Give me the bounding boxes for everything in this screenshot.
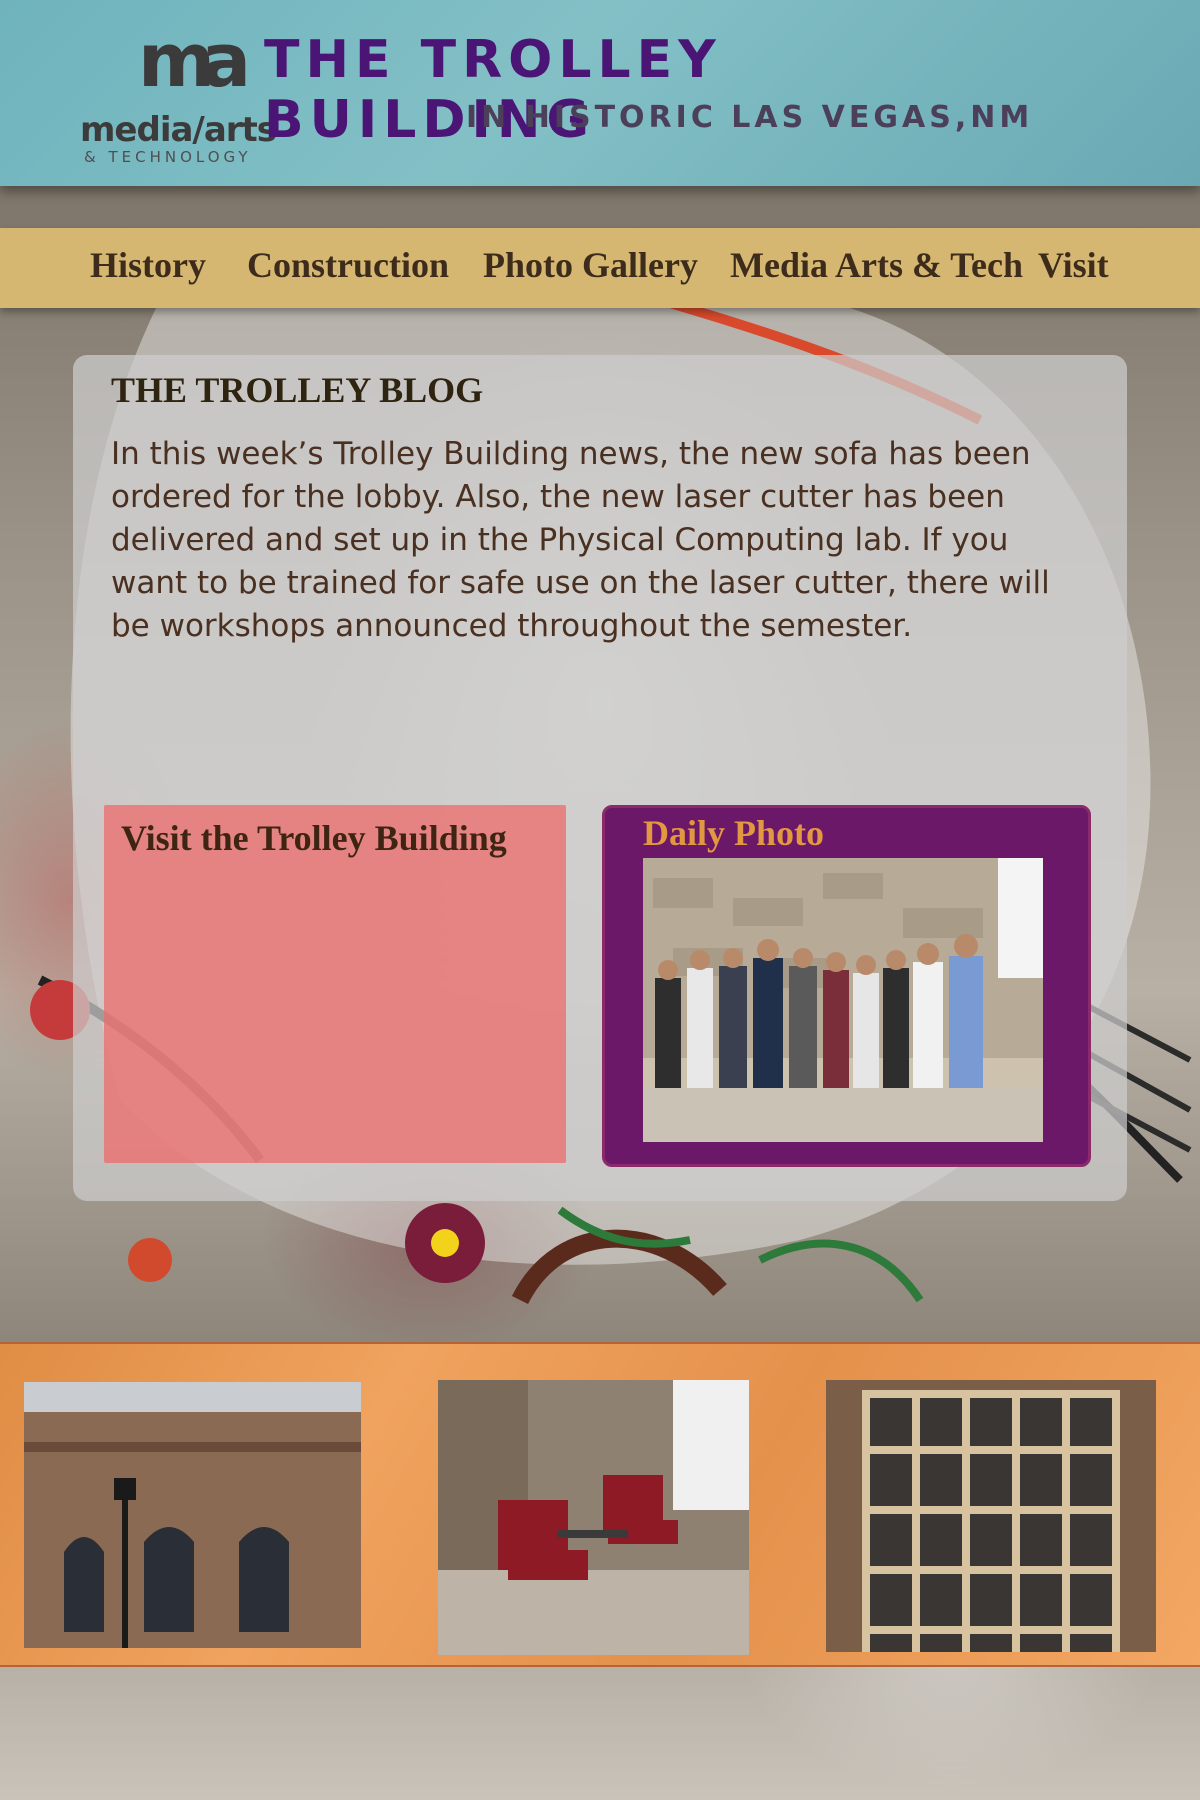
site-subtitle: IN HISTORIC LAS VEGAS,NM: [466, 100, 1034, 135]
logo-monogram: ma: [138, 24, 251, 106]
blog-panel: THE TROLLEY BLOG In this week’s Trolley …: [73, 355, 1127, 1201]
logo-wordmark: media/arts: [80, 110, 277, 150]
logo-monogram-text: ma: [138, 18, 251, 104]
nav-item-visit[interactable]: Visit: [1038, 244, 1109, 286]
visit-box[interactable]: Visit the Trolley Building: [104, 805, 566, 1163]
nav-item-history[interactable]: History: [90, 244, 206, 286]
visit-title: Visit the Trolley Building: [121, 818, 507, 858]
strip-photo-lobby-chairs[interactable]: [438, 1380, 749, 1655]
blog-body: In this week’s Trolley Building news, th…: [111, 436, 1050, 644]
nav-item-construction[interactable]: Construction: [247, 244, 449, 286]
daily-photo-title: Daily Photo: [643, 813, 825, 853]
nav-item-photo-gallery[interactable]: Photo Gallery: [483, 244, 698, 286]
media-arts-logo[interactable]: ma media/arts & TECHNOLOGY: [80, 24, 280, 172]
strip-photo-building-exterior[interactable]: [24, 1382, 361, 1648]
photo-strip: [0, 1342, 1200, 1667]
strip-photo-window[interactable]: [826, 1380, 1156, 1652]
main-nav: History Construction Photo Gallery Media…: [0, 228, 1200, 308]
logo-subtitle: & TECHNOLOGY: [84, 148, 252, 166]
nav-item-media-arts-tech[interactable]: Media Arts & Tech: [730, 244, 1023, 286]
daily-photo-image[interactable]: [643, 858, 1043, 1142]
site-header: ma media/arts & TECHNOLOGY THE TROLLEY B…: [0, 0, 1200, 186]
blog-title: THE TROLLEY BLOG: [111, 370, 484, 410]
daily-photo-box: Daily Photo: [602, 805, 1091, 1167]
